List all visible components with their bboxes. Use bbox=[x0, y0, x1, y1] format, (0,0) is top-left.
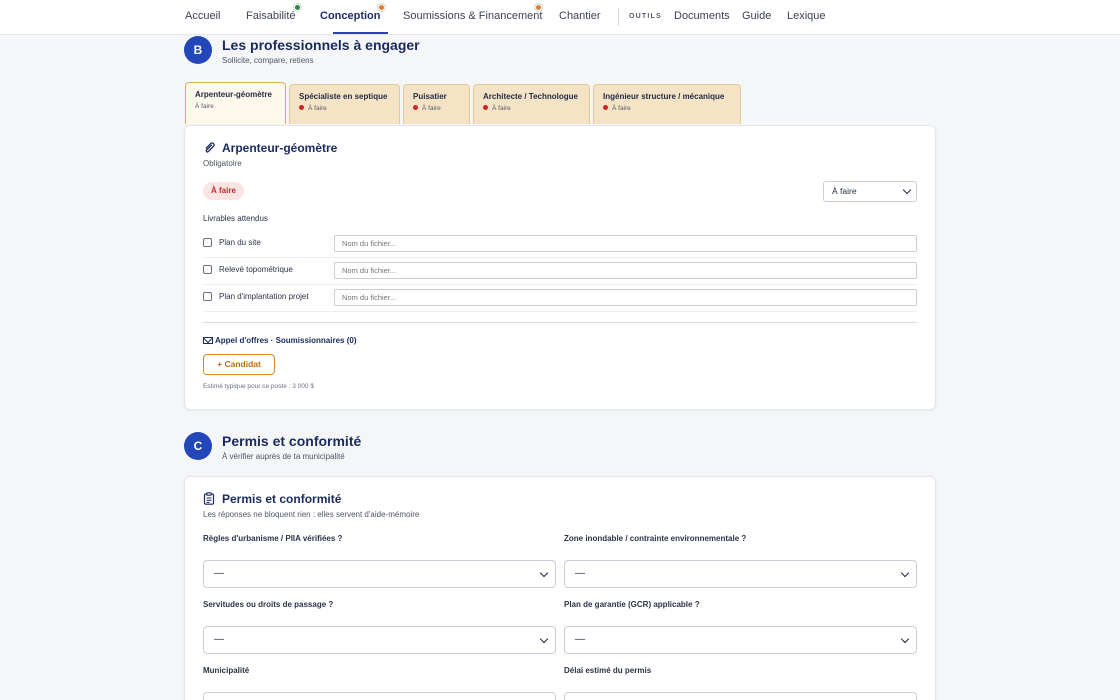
card-subtitle: Obligatoire bbox=[203, 159, 242, 168]
status-dot-icon bbox=[413, 104, 418, 110]
deliverable-checkbox[interactable] bbox=[203, 238, 212, 247]
tab-puisatier[interactable]: Puisatier À faire bbox=[403, 84, 470, 124]
deliverable-checkbox[interactable] bbox=[203, 292, 212, 301]
tab-label: Ingénieur structure / mécanique bbox=[603, 92, 725, 101]
section-subtitle: À vérifier auprès de ta municipalité bbox=[222, 452, 345, 461]
tab-specialiste-septique[interactable]: Spécialiste en septique À faire bbox=[289, 84, 400, 124]
field-label: Règles d'urbanisme / PIIA vérifiées ? bbox=[203, 534, 343, 543]
deliverable-label: Relevé topométrique bbox=[219, 265, 293, 274]
filename-input[interactable] bbox=[334, 289, 917, 306]
nav-item-soumissions[interactable]: Soumissions & Financement bbox=[403, 0, 542, 34]
field-label: Zone inondable / contrainte environnemen… bbox=[564, 534, 747, 543]
top-navigation: Accueil Faisabilité Conception Soumissio… bbox=[0, 0, 1120, 35]
nav-item-faisabilite[interactable]: Faisabilité bbox=[246, 0, 296, 34]
gcr-select[interactable]: — bbox=[564, 626, 917, 654]
status-dot-green-icon bbox=[294, 4, 301, 11]
tab-status: À faire bbox=[603, 104, 740, 112]
section-letter-badge: C bbox=[184, 432, 212, 460]
status-dot-orange-icon bbox=[378, 4, 385, 11]
status-dot-icon bbox=[603, 104, 608, 110]
nav-item-lexique[interactable]: Lexique bbox=[787, 0, 826, 34]
field-label: Municipalité bbox=[203, 666, 250, 675]
section-title: Les professionnels à engager bbox=[222, 37, 420, 53]
urbanism-select[interactable]: — bbox=[203, 560, 556, 588]
row-divider bbox=[203, 284, 917, 285]
card-title: Permis et conformité bbox=[222, 492, 342, 506]
field-label: Servitudes ou droits de passage ? bbox=[203, 600, 334, 609]
field-label: Plan de garantie (GCR) applicable ? bbox=[564, 600, 700, 609]
estimate-note: Estimé typique pour ce poste : 3 000 $ bbox=[203, 383, 314, 390]
nav-item-chantier[interactable]: Chantier bbox=[559, 0, 601, 34]
servitudes-select[interactable]: — bbox=[203, 626, 556, 654]
section-title: Permis et conformité bbox=[222, 433, 362, 449]
tab-architecte-technologue[interactable]: Architecte / Technologue À faire bbox=[473, 84, 590, 124]
add-candidate-button[interactable]: + Candidat bbox=[203, 354, 275, 375]
deliverables-heading: Livrables attendus bbox=[203, 214, 268, 223]
chevron-down-icon bbox=[900, 568, 910, 578]
deliverable-label: Plan du site bbox=[219, 238, 261, 247]
card-subtitle: Les réponses ne bloquent rien : elles se… bbox=[203, 510, 420, 519]
section-letter-badge: B bbox=[184, 36, 212, 64]
paperclip-icon bbox=[205, 142, 215, 153]
tab-status: À faire bbox=[413, 104, 469, 112]
section-divider bbox=[203, 322, 917, 323]
status-dot-icon bbox=[483, 104, 488, 110]
tab-status: À faire bbox=[483, 104, 589, 112]
nav-divider bbox=[618, 8, 619, 26]
deliverable-checkbox[interactable] bbox=[203, 265, 212, 274]
tab-arpenteur-geometre[interactable]: Arpenteur-géomètre À faire bbox=[185, 82, 286, 124]
tools-heading: OUTILS bbox=[629, 13, 662, 20]
deliverable-label: Plan d'implantation projet bbox=[219, 292, 309, 301]
chevron-down-icon bbox=[900, 634, 910, 644]
tab-label: Arpenteur-géomètre bbox=[195, 90, 272, 99]
envelope-icon bbox=[203, 337, 213, 344]
card-title: Arpenteur-géomètre bbox=[222, 141, 338, 155]
field-label: Délai estimé du permis bbox=[564, 666, 652, 675]
municipality-input[interactable] bbox=[203, 692, 556, 700]
chevron-down-icon bbox=[539, 634, 549, 644]
tab-label: Puisatier bbox=[413, 92, 447, 101]
tab-label: Architecte / Technologue bbox=[483, 92, 578, 101]
tab-label: Spécialiste en septique bbox=[299, 92, 388, 101]
status-badge: À faire bbox=[203, 182, 244, 200]
flood-zone-select[interactable]: — bbox=[564, 560, 917, 588]
status-select[interactable]: À faire bbox=[823, 181, 917, 202]
filename-input[interactable] bbox=[334, 235, 917, 252]
nav-item-guide[interactable]: Guide bbox=[742, 0, 771, 34]
nav-item-documents[interactable]: Documents bbox=[674, 0, 730, 34]
status-dot-orange-icon bbox=[535, 4, 542, 11]
tab-status: À faire bbox=[299, 104, 399, 112]
tender-heading: Appel d'offres · Soumissionnaires (0) bbox=[203, 336, 356, 345]
nav-item-accueil[interactable]: Accueil bbox=[185, 0, 220, 34]
filename-input[interactable] bbox=[334, 262, 917, 279]
row-divider bbox=[203, 311, 917, 312]
status-dot-icon bbox=[299, 104, 304, 110]
chevron-down-icon bbox=[902, 185, 912, 195]
section-subtitle: Sollicite, compare, retiens bbox=[222, 56, 314, 65]
chevron-down-icon bbox=[539, 568, 549, 578]
tab-status: À faire bbox=[195, 103, 214, 110]
row-divider bbox=[203, 257, 917, 258]
clipboard-icon bbox=[203, 492, 215, 505]
tab-ingenieur-structure[interactable]: Ingénieur structure / mécanique À faire bbox=[593, 84, 741, 124]
permit-delay-input[interactable] bbox=[564, 692, 917, 700]
